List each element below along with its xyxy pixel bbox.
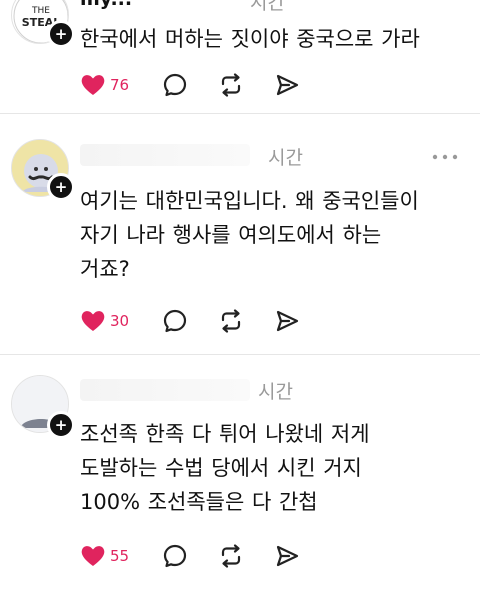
like-button[interactable]: 30 (80, 307, 129, 335)
more-icon[interactable] (430, 152, 460, 162)
post-3: + 시간 조선족 한족 다 튀어 나왔네 저게 도발하는 수법 당에서 시킨 거… (0, 355, 480, 595)
username-blurred[interactable] (80, 144, 250, 166)
follow-plus-icon[interactable]: + (47, 173, 75, 201)
share-button[interactable] (274, 307, 300, 335)
comment-icon (163, 73, 187, 97)
like-count: 30 (110, 312, 130, 330)
repost-icon (221, 309, 241, 333)
like-button[interactable]: 76 (80, 71, 129, 99)
heart-icon (81, 546, 105, 566)
like-count: 76 (110, 76, 130, 94)
comment-button[interactable] (162, 71, 188, 99)
comment-icon (163, 309, 187, 333)
repost-button[interactable] (218, 542, 244, 570)
repost-icon (221, 544, 241, 568)
heart-icon (81, 311, 105, 331)
post-1: THE STEAL + my... 시간 한국에서 머하는 짓이야 중국으로 가… (0, 0, 480, 100)
action-bar: 30 (80, 307, 340, 335)
avatar-post-3[interactable]: + (11, 375, 75, 439)
repost-icon (221, 73, 241, 97)
follow-plus-icon[interactable]: + (47, 20, 75, 48)
post-text: 조선족 한족 다 튀어 나왔네 저게 도발하는 수법 당에서 시킨 거지 100… (80, 422, 370, 514)
comment-button[interactable] (162, 542, 188, 570)
post-text: 한국에서 머하는 짓이야 중국으로 가라 (80, 27, 420, 51)
action-bar: 55 (80, 542, 340, 570)
repost-button[interactable] (218, 307, 244, 335)
action-bar: 76 (80, 71, 340, 99)
timestamp: 시간 (250, 0, 285, 14)
post-2: + 시간 여기는 대한민국입니다. 왜 중국인들이 자기 나라 행사를 여의도에… (0, 114, 480, 354)
share-button[interactable] (274, 542, 300, 570)
heart-icon (81, 75, 105, 95)
timestamp: 시간 (258, 381, 293, 403)
timestamp: 시간 (268, 147, 303, 169)
comment-button[interactable] (162, 307, 188, 335)
follow-plus-icon[interactable]: + (47, 411, 75, 439)
share-button[interactable] (274, 71, 300, 99)
share-icon (276, 74, 299, 96)
svg-text:THE: THE (31, 6, 50, 16)
username-blurred[interactable] (80, 379, 250, 401)
repost-button[interactable] (218, 71, 244, 99)
post-text: 여기는 대한민국입니다. 왜 중국인들이 자기 나라 행사를 여의도에서 하는 … (80, 189, 419, 281)
avatar-post-1[interactable]: THE STEAL + (11, 0, 75, 48)
share-icon (276, 310, 299, 332)
like-count: 55 (110, 547, 130, 565)
share-icon (276, 545, 299, 567)
comment-icon (163, 544, 187, 568)
username[interactable]: my... (80, 0, 132, 10)
like-button[interactable]: 55 (80, 542, 129, 570)
avatar-post-2[interactable]: + (11, 139, 75, 201)
